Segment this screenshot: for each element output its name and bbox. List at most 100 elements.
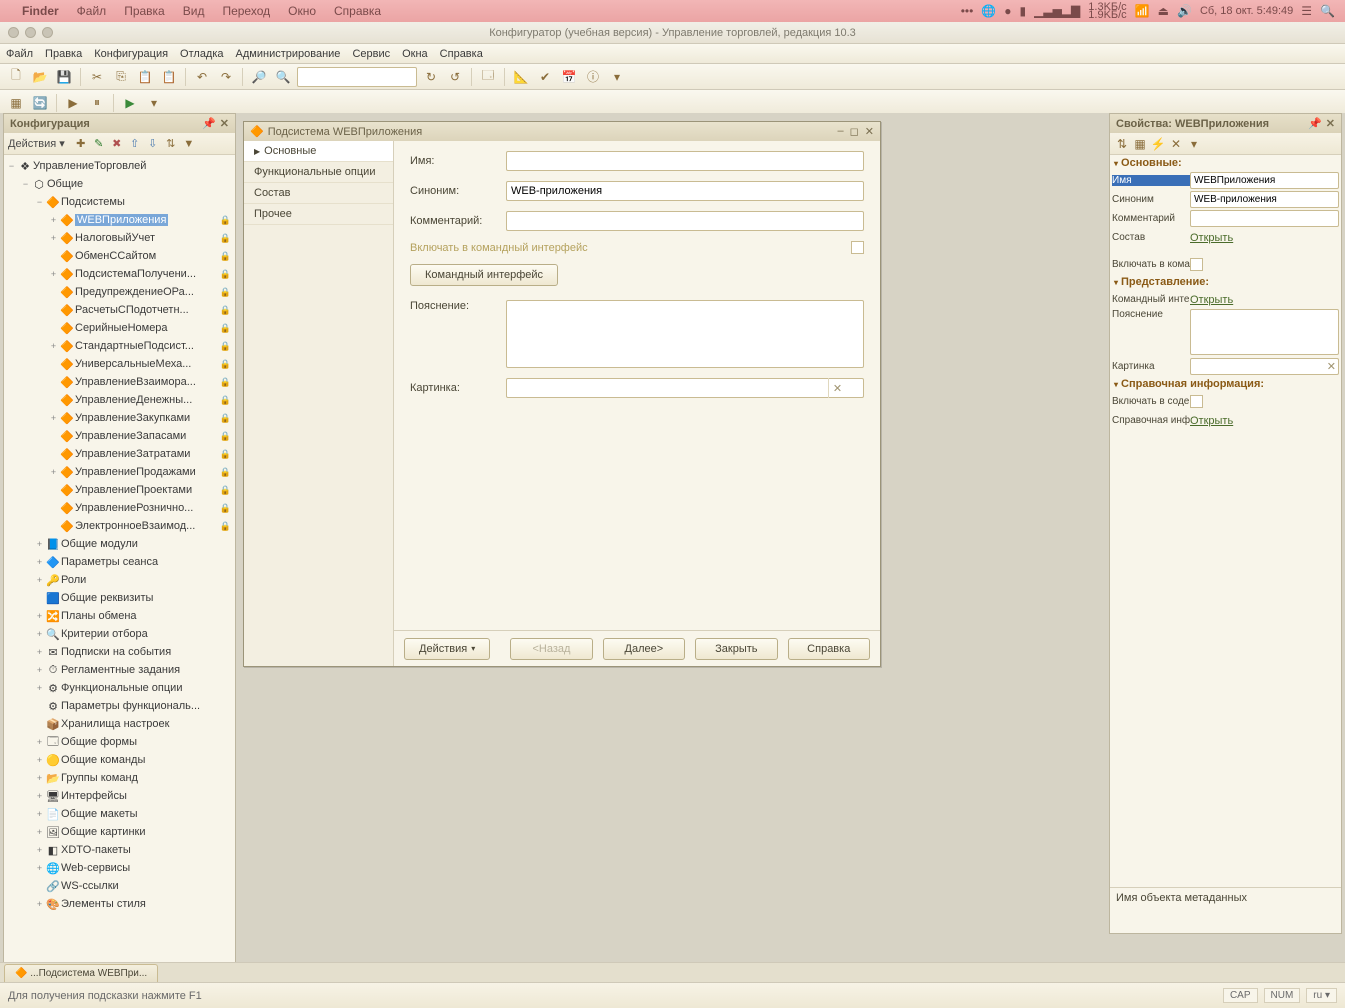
- tree-up-icon[interactable]: ⇧: [127, 136, 143, 152]
- events-icon[interactable]: ⚡: [1150, 136, 1166, 152]
- input-picture[interactable]: [506, 378, 864, 398]
- expand-icon[interactable]: +: [34, 863, 45, 873]
- expand-icon[interactable]: −: [20, 179, 31, 189]
- eject-icon[interactable]: ⏏: [1158, 4, 1169, 18]
- syntax-icon[interactable]: 📐: [511, 67, 531, 87]
- checkbox-include-cmd[interactable]: [851, 241, 864, 254]
- battery-icon[interactable]: ▮: [1020, 4, 1027, 18]
- prop-incl-check[interactable]: [1190, 258, 1203, 271]
- nav-content[interactable]: Состав: [244, 183, 393, 204]
- tree-row[interactable]: 🔶ОбменССайтом🔒: [4, 247, 235, 265]
- actions-button[interactable]: Действия: [404, 638, 490, 660]
- prop-inclh-check[interactable]: [1190, 395, 1203, 408]
- close-icon[interactable]: ✕: [865, 125, 874, 138]
- spotlight-icon[interactable]: 🔍: [1320, 4, 1335, 18]
- expand-icon[interactable]: +: [34, 539, 45, 549]
- tree-filter-icon[interactable]: ▼: [181, 136, 197, 152]
- tree-row[interactable]: +📘Общие модули: [4, 535, 235, 553]
- tree-row[interactable]: 🔶РасчетыСПодотчетн...🔒: [4, 301, 235, 319]
- sort-az-icon[interactable]: ⇅: [1114, 136, 1130, 152]
- find-icon[interactable]: 🔎: [249, 67, 269, 87]
- tree-row[interactable]: +🔍Критерии отбора: [4, 625, 235, 643]
- expand-icon[interactable]: +: [48, 269, 59, 279]
- expand-icon[interactable]: +: [34, 683, 45, 693]
- menu-service[interactable]: Сервис: [352, 48, 390, 60]
- refresh2-icon[interactable]: ↺: [445, 67, 465, 87]
- info-icon[interactable]: ⓘ: [583, 67, 603, 87]
- pin-icon[interactable]: 📌: [1308, 117, 1322, 130]
- nav-main[interactable]: Основные: [244, 141, 393, 162]
- tree-row[interactable]: 🔶УниверсальныеМеха...🔒: [4, 355, 235, 373]
- tree-row[interactable]: +📄Общие макеты: [4, 805, 235, 823]
- tree-row[interactable]: −⬡Общие: [4, 175, 235, 193]
- tree-row[interactable]: ⚙Параметры функциональ...: [4, 697, 235, 715]
- volume-icon[interactable]: 🔊: [1177, 4, 1192, 18]
- mac-menu-go[interactable]: Переход: [222, 4, 270, 18]
- clear-icon[interactable]: ✕: [1168, 136, 1184, 152]
- close-icon[interactable]: ✕: [220, 117, 229, 130]
- menu-debug[interactable]: Отладка: [180, 48, 223, 60]
- tree-row[interactable]: +🗔Общие формы: [4, 733, 235, 751]
- tree-row[interactable]: +🔶УправлениеЗакупками🔒: [4, 409, 235, 427]
- db-icon[interactable]: ▦: [6, 93, 26, 113]
- record-icon[interactable]: ●: [1004, 4, 1011, 18]
- prop-syn-value[interactable]: WEB-приложения: [1190, 191, 1339, 208]
- expand-icon[interactable]: +: [34, 845, 45, 855]
- tree-del-icon[interactable]: ✖: [109, 136, 125, 152]
- debug-pause-icon[interactable]: ⏸: [87, 93, 107, 113]
- prop-name-value[interactable]: WEBПриложения: [1190, 172, 1339, 189]
- input-synonym[interactable]: [506, 181, 864, 201]
- maximize-icon[interactable]: ◻: [850, 125, 859, 138]
- tree-row[interactable]: +🖥Интерфейсы: [4, 787, 235, 805]
- tree-row[interactable]: 🔶УправлениеРознично...🔒: [4, 499, 235, 517]
- open-icon[interactable]: 📂: [30, 67, 50, 87]
- expand-icon[interactable]: +: [34, 629, 45, 639]
- expand-icon[interactable]: +: [34, 809, 45, 819]
- dropdown-icon[interactable]: ▾: [1186, 136, 1202, 152]
- menu-edit[interactable]: Правка: [45, 48, 82, 60]
- expand-icon[interactable]: +: [34, 575, 45, 585]
- tree-row[interactable]: +🔶СтандартныеПодсист...🔒: [4, 337, 235, 355]
- expand-icon[interactable]: +: [34, 737, 45, 747]
- calendar-icon[interactable]: 📅: [559, 67, 579, 87]
- tree-row[interactable]: 🔶ЭлектронноеВзаимод...🔒: [4, 517, 235, 535]
- section-help[interactable]: Справочная информация:: [1110, 376, 1341, 392]
- traffic-lights[interactable]: [8, 27, 53, 38]
- window-icon[interactable]: 🗔: [478, 67, 498, 87]
- mac-menu-view[interactable]: Вид: [183, 4, 205, 18]
- redo-icon[interactable]: ↷: [216, 67, 236, 87]
- search-combo[interactable]: [297, 67, 417, 87]
- tree-row[interactable]: 🟦Общие реквизиты: [4, 589, 235, 607]
- run-icon[interactable]: ▶: [120, 93, 140, 113]
- tree-row[interactable]: +⏱Регламентные задания: [4, 661, 235, 679]
- tree-sort-icon[interactable]: ⇅: [163, 136, 179, 152]
- wifi-icon[interactable]: 📶: [1135, 4, 1150, 18]
- tree-row[interactable]: 🔶УправлениеЗатратами🔒: [4, 445, 235, 463]
- tree-row[interactable]: 🔶УправлениеВзаимора...🔒: [4, 373, 235, 391]
- dock-tab-subsystem[interactable]: 🔶 ...Подсистема WEBПри...: [4, 964, 158, 982]
- close-button[interactable]: Закрыть: [695, 638, 777, 660]
- expand-icon[interactable]: +: [48, 215, 59, 225]
- menu-file[interactable]: Файл: [6, 48, 33, 60]
- tree-row[interactable]: +🌐Web-сервисы: [4, 859, 235, 877]
- config-tree[interactable]: −❖УправлениеТорговлей−⬡Общие−🔶Подсистемы…: [4, 155, 235, 981]
- mac-menu-edit[interactable]: Правка: [124, 4, 165, 18]
- update-icon[interactable]: 🔄: [30, 93, 50, 113]
- tree-row[interactable]: +🔷Параметры сеанса: [4, 553, 235, 571]
- prop-expl-value[interactable]: [1190, 309, 1339, 355]
- menu-help[interactable]: Справка: [440, 48, 483, 60]
- undo-icon[interactable]: ↶: [192, 67, 212, 87]
- debug-start-icon[interactable]: ▶: [63, 93, 83, 113]
- expand-icon[interactable]: +: [34, 557, 45, 567]
- tree-row[interactable]: +📂Группы команд: [4, 769, 235, 787]
- expand-icon[interactable]: +: [34, 647, 45, 657]
- paste2-icon[interactable]: 📋: [159, 67, 179, 87]
- input-comment[interactable]: [506, 211, 864, 231]
- tree-row[interactable]: +🔀Планы обмена: [4, 607, 235, 625]
- tree-row[interactable]: +🔑Роли: [4, 571, 235, 589]
- menu-config[interactable]: Конфигурация: [94, 48, 168, 60]
- expand-icon[interactable]: +: [34, 773, 45, 783]
- tree-row[interactable]: +🟡Общие команды: [4, 751, 235, 769]
- category-icon[interactable]: ▦: [1132, 136, 1148, 152]
- section-main[interactable]: Основные:: [1110, 155, 1341, 171]
